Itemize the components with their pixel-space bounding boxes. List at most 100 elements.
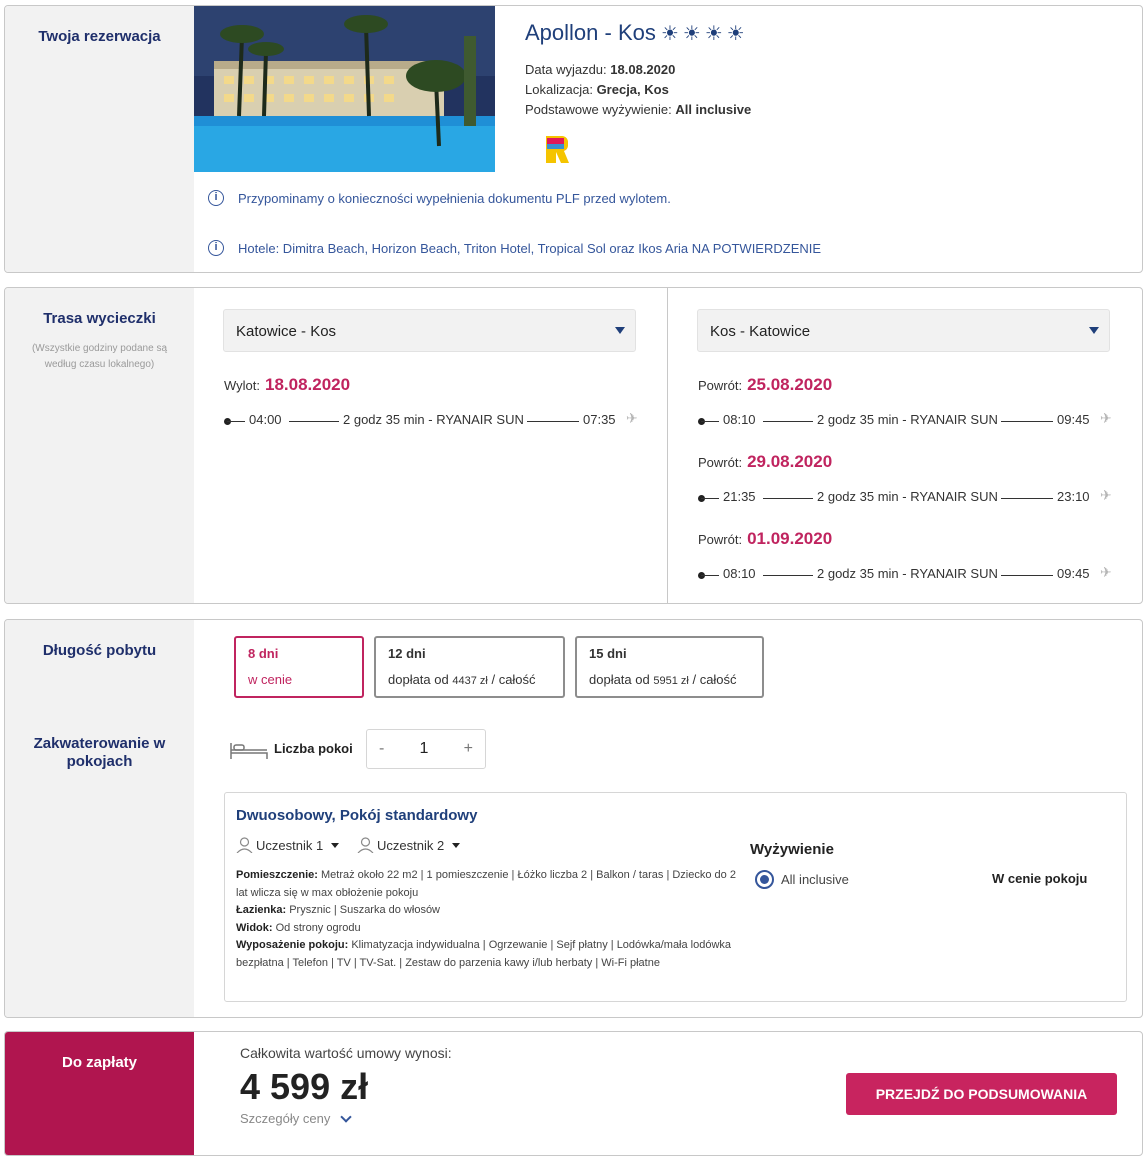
fiesta-club-badge-icon [542, 134, 570, 166]
payment-title: Do zapłaty [61, 1054, 137, 1071]
accommodation-title-1: Zakwaterowanie w [33, 735, 166, 752]
meal-plan-title: Wyżywienie [750, 841, 834, 858]
return-date-2: Powrót: 29.08.2020 [698, 452, 832, 472]
duration-price-amount: 5951 zł [653, 675, 689, 687]
route-timezone-note-1: (Wszystkie godziny podane są [31, 343, 168, 354]
duration-price-suffix: / całość [491, 672, 536, 687]
room-view-value: Od strony ogrodu [275, 921, 361, 934]
room-view-label: Widok: [236, 921, 273, 934]
price-details-link[interactable]: Szczegóły ceny [240, 1110, 352, 1126]
outbound-date-label: Wylot: [224, 378, 260, 393]
return-flight-row-2: 21:35 2 godz 35 min - RYANAIR SUN 23:10 … [698, 487, 1118, 505]
flight-departure-time: 08:10 [723, 566, 756, 581]
return-route-select[interactable]: Kos - Katowice [697, 309, 1110, 352]
duration-price-prefix: dopłata od [589, 672, 650, 687]
plane-icon: ✈ [1100, 564, 1112, 580]
flight-line [289, 421, 339, 422]
return-date-value: 29.08.2020 [747, 452, 833, 471]
person-icon [236, 837, 253, 853]
flight-line [763, 575, 813, 576]
flight-departure-time: 21:35 [723, 489, 756, 504]
rooms-count-label: Liczba pokoi [274, 741, 353, 756]
flight-arrival-time: 07:35 [583, 412, 616, 427]
go-to-summary-button[interactable]: PRZEJDŹ DO PODSUMOWANIA [846, 1073, 1117, 1115]
caret-down-icon [452, 842, 461, 848]
meal-option-price: W cenie pokoju [992, 871, 1088, 886]
flight-info: 2 godz 35 min - RYANAIR SUN [343, 412, 524, 427]
departure-date-line: Data wyjazdu: 18.08.2020 [525, 62, 675, 77]
location-value: Grecja, Kos [596, 82, 669, 97]
room-equipment-label: Wyposażenie pokoju: [236, 939, 349, 952]
plane-icon: ✈ [1100, 410, 1112, 426]
chevron-down-icon [340, 1110, 352, 1123]
info-icon: i [208, 190, 224, 206]
plane-icon: ✈ [1100, 487, 1112, 503]
caret-down-icon [331, 842, 340, 848]
participant-2-select[interactable]: Uczestnik 2 [357, 837, 461, 853]
return-date-value: 25.08.2020 [747, 375, 833, 394]
flight-arrival-time: 23:10 [1057, 489, 1090, 504]
stay-card: Długość pobytu Zakwaterowanie w pokojach… [4, 619, 1143, 1018]
duration-price-suffix: / całość [692, 672, 737, 687]
rooms-stepper[interactable]: - 1 + [366, 729, 486, 769]
flight-line [701, 575, 719, 576]
return-flight-row-3: 08:10 2 godz 35 min - RYANAIR SUN 09:45 … [698, 564, 1118, 582]
room-title: Dwuosobowy, Pokój standardowy [236, 807, 478, 824]
info-icon: i [208, 240, 224, 256]
location-line: Lokalizacja: Grecja, Kos [525, 82, 669, 97]
duration-option-15[interactable]: 15 dni dopłata od 5951 zł / całość [575, 636, 764, 698]
price-details-label: Szczegóły ceny [240, 1111, 331, 1126]
stay-length-title: Długość pobytu [42, 642, 157, 659]
board-line: Podstawowe wyżywienie: All inclusive [525, 102, 751, 117]
duration-price: dopłata od 5951 zł / całość [589, 672, 750, 687]
location-label: Lokalizacja: [525, 82, 593, 97]
hotel-name: Apollon - Kos [525, 20, 656, 45]
return-date-label: Powrót: [698, 532, 743, 547]
board-label: Podstawowe wyżywienie: [525, 102, 672, 117]
flight-line [763, 421, 813, 422]
room-bathroom-value: Prysznic | Suszarka do włosów [289, 904, 441, 917]
plf-notice-text: Przypominamy o konieczności wypełnienia … [238, 190, 671, 206]
flight-line [701, 421, 719, 422]
room-bathroom-label: Łazienka: [236, 904, 287, 917]
duration-days: 8 dni [248, 646, 279, 661]
flight-line [701, 498, 719, 499]
outbound-route-select[interactable]: Katowice - Kos [223, 309, 636, 352]
caret-down-icon [1089, 327, 1099, 334]
duration-price-amount: 4437 zł [452, 675, 488, 687]
hotels-notice: i Hotele: Dimitra Beach, Horizon Beach, … [208, 240, 821, 256]
flight-line [227, 421, 245, 422]
flight-line [1001, 575, 1053, 576]
caret-down-icon [615, 327, 625, 334]
flight-line [1001, 421, 1053, 422]
outbound-date-value: 18.08.2020 [265, 375, 351, 394]
accommodation-title-2: pokojach [66, 753, 133, 770]
participant-1-select[interactable]: Uczestnik 1 [236, 837, 340, 853]
radio-selected-icon[interactable] [755, 870, 774, 889]
hotel-photo-illustration [194, 6, 495, 172]
flight-line [1001, 498, 1053, 499]
return-date-1: Powrót: 25.08.2020 [698, 375, 832, 395]
route-title: Trasa wycieczki [43, 310, 156, 327]
plane-icon: ✈ [626, 410, 638, 426]
rooms-count-value: 1 [419, 740, 429, 757]
duration-days: 15 dni [589, 646, 627, 661]
flight-info: 2 godz 35 min - RYANAIR SUN [817, 412, 998, 427]
hotel-photo[interactable] [194, 6, 495, 172]
departure-date-value: 18.08.2020 [610, 62, 676, 77]
return-flight-row-1: 08:10 2 godz 35 min - RYANAIR SUN 09:45 … [698, 410, 1118, 428]
rooms-decrement-button[interactable]: - [379, 740, 384, 758]
flight-arrival-time: 09:45 [1057, 566, 1090, 581]
outbound-flight-row: 04:00 2 godz 35 min - RYANAIR SUN 07:35 … [224, 410, 644, 428]
meal-option-all-inclusive[interactable]: All inclusive [755, 870, 849, 889]
rooms-increment-button[interactable]: + [464, 740, 473, 758]
participant-2-label: Uczestnik 2 [377, 837, 445, 853]
board-value: All inclusive [675, 102, 752, 117]
stay-sidebar: Długość pobytu Zakwaterowanie w pokojach [5, 620, 194, 1017]
return-date-label: Powrót: [698, 378, 743, 393]
duration-option-12[interactable]: 12 dni dopłata od 4437 zł / całość [374, 636, 565, 698]
duration-price-prefix: dopłata od [388, 672, 449, 687]
departure-date-label: Data wyjazdu: [525, 62, 607, 77]
flight-info: 2 godz 35 min - RYANAIR SUN [817, 489, 998, 504]
duration-option-8[interactable]: 8 dni w cenie [234, 636, 364, 698]
